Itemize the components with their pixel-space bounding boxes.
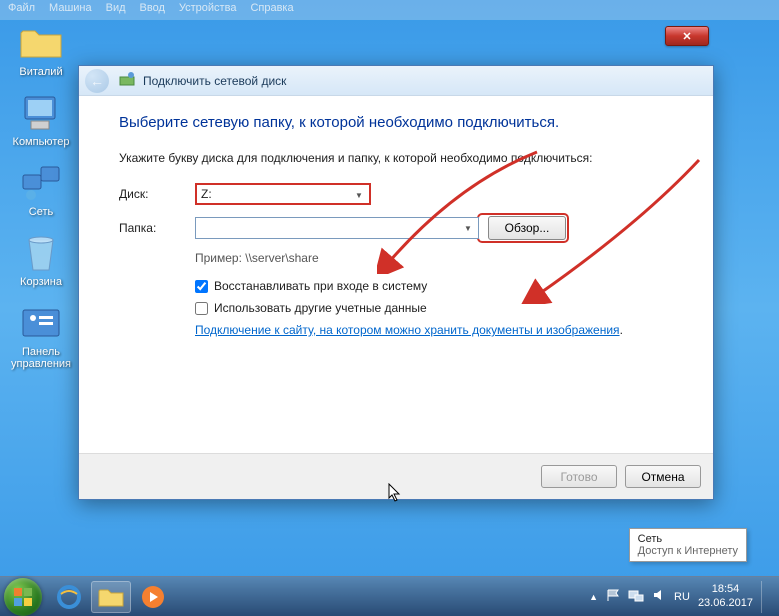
vm-menu-file[interactable]: Файл (8, 2, 35, 18)
reconnect-checkbox[interactable] (195, 280, 208, 293)
other-credentials-label: Использовать другие учетные данные (214, 301, 427, 315)
desktop-icon-user-folder[interactable]: Виталий (4, 22, 78, 78)
folder-icon (18, 22, 64, 64)
cancel-button[interactable]: Отмена (625, 465, 701, 488)
network-drive-icon (119, 71, 137, 90)
dialog-heading: Выберите сетевую папку, к которой необхо… (119, 114, 673, 131)
desktop-icon-control-panel[interactable]: Панель управления (4, 302, 78, 370)
vm-menu-devices[interactable]: Устройства (179, 2, 237, 18)
network-icon (18, 162, 64, 204)
drive-label: Диск: (119, 187, 195, 201)
start-button[interactable] (4, 578, 42, 616)
tooltip-line1: Сеть (638, 533, 738, 545)
tray-language[interactable]: RU (674, 591, 690, 603)
close-icon: ✕ (682, 30, 691, 43)
desktop: Виталий Компьютер Сеть Корзина Панель уп… (4, 22, 78, 384)
folder-combobox[interactable]: ▼ (195, 217, 479, 239)
back-button[interactable]: ← (85, 69, 109, 93)
reconnect-label: Восстанавливать при входе в систему (214, 279, 427, 293)
example-text: Пример: \\server\share (195, 251, 673, 265)
connect-website-link[interactable]: Подключение к сайту, на котором можно хр… (195, 323, 620, 337)
dialog-body: Выберите сетевую папку, к которой необхо… (79, 96, 713, 453)
browse-button[interactable]: Обзор... (488, 216, 566, 240)
vm-menu-machine[interactable]: Машина (49, 2, 92, 18)
tray-flag-icon[interactable] (606, 588, 620, 605)
vm-menu-input[interactable]: Ввод (140, 2, 165, 18)
arrow-left-icon: ← (90, 73, 104, 89)
tray-volume-icon[interactable] (652, 588, 666, 605)
drive-combobox[interactable]: Z: ▼ (195, 183, 371, 205)
ie-icon (56, 584, 82, 610)
show-desktop-button[interactable] (761, 581, 769, 613)
taskbar-ie[interactable] (49, 581, 89, 613)
vm-host-menubar: Файл Машина Вид Ввод Устройства Справка (0, 0, 779, 20)
network-tooltip: Сеть Доступ к Интернету (629, 528, 747, 562)
desktop-icon-network[interactable]: Сеть (4, 162, 78, 218)
drive-value: Z: (201, 187, 212, 201)
taskbar: ▲ RU 18:54 23.06.2017 (0, 576, 779, 616)
dialog-titlebar[interactable]: ← Подключить сетевой диск (79, 66, 713, 96)
tray-show-hidden-icon[interactable]: ▲ (589, 592, 598, 602)
close-button[interactable]: ✕ (665, 26, 709, 46)
folder-label: Папка: (119, 221, 195, 235)
taskbar-media-player[interactable] (133, 581, 173, 613)
dialog-instruction: Укажите букву диска для подключения и па… (119, 151, 673, 165)
computer-icon (18, 92, 64, 134)
desktop-icon-computer[interactable]: Компьютер (4, 92, 78, 148)
chevron-down-icon: ▼ (460, 220, 476, 236)
tooltip-line2: Доступ к Интернету (638, 545, 738, 557)
tray-clock[interactable]: 18:54 23.06.2017 (698, 583, 753, 609)
vm-menu-view[interactable]: Вид (106, 2, 126, 18)
media-player-icon (140, 584, 166, 610)
finish-button[interactable]: Готово (541, 465, 617, 488)
other-credentials-checkbox[interactable] (195, 302, 208, 315)
desktop-icon-recycle-bin[interactable]: Корзина (4, 232, 78, 288)
system-tray: ▲ RU 18:54 23.06.2017 (589, 581, 775, 613)
vm-menu-help[interactable]: Справка (250, 2, 293, 18)
windows-logo-icon (13, 587, 33, 607)
dialog-title: Подключить сетевой диск (143, 74, 286, 88)
tray-network-icon[interactable] (628, 588, 644, 605)
map-network-drive-dialog: ✕ ← Подключить сетевой диск Выберите сет… (78, 65, 714, 500)
control-panel-icon (18, 302, 64, 344)
taskbar-explorer[interactable] (91, 581, 131, 613)
chevron-down-icon: ▼ (351, 187, 367, 203)
dialog-footer: Готово Отмена (79, 453, 713, 499)
recycle-bin-icon (18, 232, 64, 274)
folder-icon (97, 586, 125, 608)
